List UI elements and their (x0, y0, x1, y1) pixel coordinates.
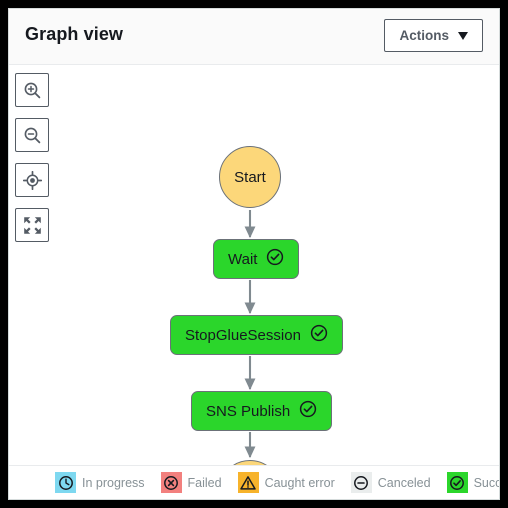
graph-node-label: Start (234, 168, 266, 186)
status-legend: In progress Failed Caught error Canceled… (9, 465, 499, 499)
legend-item-failed: Failed (160, 472, 222, 493)
graph-view-panel: Graph view Actions Start Wait StopGlueSe… (8, 8, 500, 500)
legend-item-canceled: Canceled (350, 472, 431, 493)
graph-canvas[interactable]: Start Wait StopGlueSession SNS Publish (9, 65, 499, 465)
graph-node-label: Wait (228, 250, 258, 268)
legend-label: Canceled (377, 475, 431, 490)
check-circle-icon (446, 472, 468, 493)
graph-node-label: StopGlueSession (185, 326, 301, 344)
graph-node-stopgluesession[interactable]: StopGlueSession (170, 315, 343, 355)
warning-triangle-icon (237, 472, 259, 493)
legend-item-in-progress: In progress (55, 472, 145, 493)
graph-node-wait[interactable]: Wait (213, 239, 300, 279)
page-title: Graph view (25, 24, 124, 44)
check-circle-icon (299, 400, 317, 423)
x-circle-icon (160, 472, 182, 493)
legend-item-succeeded: Succeeded (446, 472, 500, 493)
graph-node-label: SNS Publish (206, 402, 291, 420)
legend-label: Succeeded (473, 475, 500, 490)
legend-label: Failed (187, 475, 222, 490)
graph-node-start[interactable]: Start (219, 146, 281, 208)
graph-node-snspublish[interactable]: SNS Publish (191, 391, 333, 431)
legend-item-caught-error: Caught error (237, 472, 335, 493)
legend-label: Caught error (264, 475, 335, 490)
actions-button[interactable]: Actions (384, 19, 483, 52)
workflow-graph: Start Wait StopGlueSession SNS Publish (9, 65, 499, 465)
clock-icon (55, 472, 76, 493)
check-circle-icon (266, 248, 284, 271)
chevron-down-icon (458, 31, 468, 40)
actions-button-label: Actions (399, 28, 449, 43)
panel-header: Graph view Actions (9, 9, 499, 65)
legend-label: In progress (82, 475, 145, 490)
minus-circle-icon (350, 472, 372, 493)
check-circle-icon (310, 324, 328, 347)
